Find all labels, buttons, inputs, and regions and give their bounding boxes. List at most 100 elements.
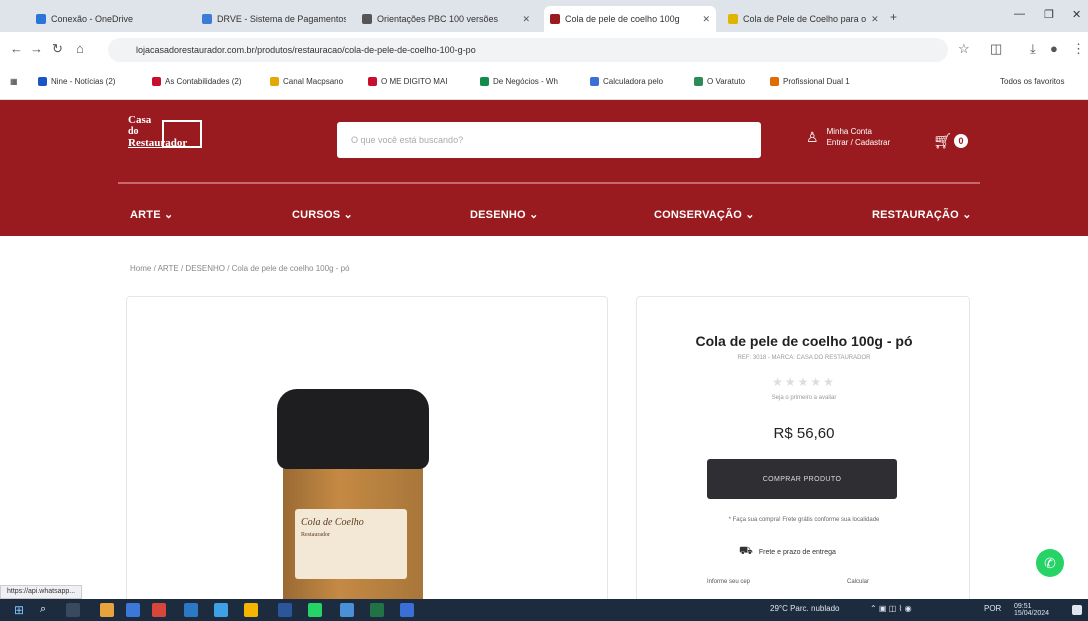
download-icon[interactable]: ⤓ — [1030, 41, 1036, 57]
forward-button[interactable]: → — [30, 41, 43, 56]
cep-input[interactable]: Informe seu cep — [707, 579, 750, 585]
home-button[interactable]: ⌂ — [76, 41, 84, 56]
app-icon[interactable] — [214, 603, 228, 617]
system-tray-icons[interactable]: ⌃ ▣ ◫ ⌇ ◉ — [870, 604, 912, 613]
product-reference: REF: 3018 - MARCA: CASA DO RESTAURADOR — [737, 355, 871, 361]
profile-icon[interactable]: ● — [1050, 41, 1058, 56]
excel-icon[interactable] — [370, 603, 384, 617]
app-icon[interactable] — [126, 603, 140, 617]
app-icon[interactable] — [184, 603, 198, 617]
site-header: Casa do Restaurador O que você está busc… — [0, 100, 1088, 236]
bookmark[interactable]: O Varatuto — [694, 77, 745, 86]
onedrive-icon — [36, 14, 46, 24]
close-icon[interactable]: ✕ — [871, 14, 879, 25]
bookmark-icon — [590, 77, 599, 86]
back-button[interactable]: ← — [10, 41, 23, 56]
browser-tab-bar: Conexão - OneDrive DRVE - Sistema de Pag… — [0, 0, 1088, 32]
product-image[interactable]: Cola de Coelho Restaurador — [277, 389, 431, 615]
bookmarks-bar: ▦ Nine - Notícias (2) As Contabilidades … — [0, 66, 1088, 100]
bookmark[interactable]: Calculadora pelo — [590, 77, 663, 86]
close-window-button[interactable]: ✕ — [1072, 8, 1081, 21]
breadcrumb[interactable]: Home / ARTE / DESENHO / Cola de pele de … — [130, 264, 350, 273]
shipping-link[interactable]: ⛟ Frete e prazo de entrega — [739, 545, 836, 559]
browser-tab-active[interactable]: Cola de pele de coelho 100g ✕ — [544, 6, 716, 32]
bookmark-icon — [270, 77, 279, 86]
menu-item-conservacao[interactable]: CONSERVAÇÃO ⌄ — [654, 208, 755, 221]
windows-taskbar: ⊞ ⌕ 29°C Parc. nublado ⌃ ▣ ◫ ⌇ ◉ POR 09:… — [0, 599, 1088, 621]
app-icon[interactable] — [100, 603, 114, 617]
all-bookmarks[interactable]: Todos os favoritos — [1000, 77, 1064, 86]
whatsapp-icon[interactable]: ✆ — [1036, 549, 1064, 577]
logo-frame-icon — [162, 120, 202, 148]
bookmark[interactable]: Profissional Dual 1 — [770, 77, 850, 86]
bookmark[interactable]: De Negócios - Wh — [480, 77, 558, 86]
maximize-button[interactable]: ❐ — [1044, 8, 1054, 21]
truck-icon: ⛟ — [739, 545, 753, 557]
site-logo[interactable]: Casa do Restaurador — [128, 114, 208, 166]
extensions-icon[interactable]: ◫ — [990, 41, 1002, 57]
rating-stars-icon[interactable]: ★★★★★ — [637, 375, 971, 389]
bookmark[interactable]: Nine - Notícias (2) — [38, 77, 115, 86]
buy-button[interactable]: COMPRAR PRODUTO — [707, 459, 897, 499]
language-indicator[interactable]: POR — [984, 604, 1001, 613]
calculate-button[interactable]: Calcular — [847, 579, 869, 585]
weather-widget[interactable]: 29°C Parc. nublado — [770, 604, 839, 613]
windows-start-icon[interactable]: ⊞ — [14, 603, 28, 617]
task-view-icon[interactable] — [66, 603, 80, 617]
cart-count-badge: 0 — [954, 134, 969, 148]
header-divider — [118, 182, 980, 184]
new-tab-button[interactable]: + — [890, 10, 897, 24]
page-icon — [362, 14, 372, 24]
minimize-button[interactable]: — — [1014, 8, 1025, 20]
menu-item-restauracao[interactable]: RESTAURAÇÃO ⌄ — [872, 208, 972, 221]
cart-button[interactable]: 🛒︎ 0 — [933, 132, 969, 150]
search-input[interactable]: O que você está buscando? — [337, 122, 761, 158]
browser-tab[interactable]: DRVE - Sistema de Pagamentos ✕ — [196, 6, 346, 32]
bookmark-icon — [368, 77, 377, 86]
star-icon[interactable]: ☆ — [958, 41, 970, 57]
chrome-icon[interactable] — [244, 603, 258, 617]
bookmark[interactable]: As Contabilidades (2) — [152, 77, 241, 86]
bookmark-icon — [480, 77, 489, 86]
menu-item-cursos[interactable]: CURSOS ⌄ — [292, 208, 353, 221]
close-icon[interactable]: ✕ — [702, 14, 710, 25]
menu-item-desenho[interactable]: DESENHO ⌄ — [470, 208, 539, 221]
reload-button[interactable]: ↻ — [52, 41, 63, 57]
app-icon[interactable] — [340, 603, 354, 617]
user-icon: ♙ — [806, 128, 819, 145]
bookmark[interactable]: O ME DIGITO MAI — [368, 77, 448, 86]
address-bar[interactable]: lojacasadorestaurador.com.br/produtos/re… — [108, 38, 948, 62]
browser-tab[interactable]: Conexão - OneDrive — [30, 6, 180, 32]
menu-item-arte[interactable]: ARTE ⌄ — [130, 208, 173, 221]
bookmark-icon — [152, 77, 161, 86]
close-icon[interactable]: ✕ — [522, 14, 530, 25]
jar-lid — [277, 389, 429, 469]
cart-icon: 🛒︎ — [933, 133, 953, 150]
app-icon[interactable] — [152, 603, 166, 617]
clock[interactable]: 09:51 15/04/2024 — [1014, 603, 1049, 617]
app-icon[interactable] — [400, 603, 414, 617]
notifications-icon[interactable] — [1072, 605, 1082, 615]
product-image-card: Cola de Coelho Restaurador — [126, 296, 608, 616]
bookmark-icon — [38, 77, 47, 86]
drive-icon — [202, 14, 212, 24]
page-icon — [728, 14, 738, 24]
word-icon[interactable] — [278, 603, 292, 617]
bookmark-icon — [770, 77, 779, 86]
apps-icon[interactable]: ▦ — [10, 77, 18, 86]
search-icon[interactable]: ⌕ — [40, 603, 54, 617]
status-url: https://api.whatsapp... — [0, 585, 83, 599]
browser-toolbar: ← → ↻ ⌂ lojacasadorestaurador.com.br/pro… — [0, 32, 1088, 66]
browser-tab[interactable]: Orientações PBC 100 versões ✕ — [356, 6, 536, 32]
account-link[interactable]: ♙ Minha Conta Entrar / Cadastrar — [806, 126, 890, 148]
product-info-card: Cola de pele de coelho 100g - pó REF: 30… — [636, 296, 970, 616]
reviews-link[interactable]: Seja o primeiro a avaliar — [637, 395, 971, 401]
bookmark[interactable]: Canal Macpsano — [270, 77, 343, 86]
bookmark-icon — [694, 77, 703, 86]
browser-tab[interactable]: Cola de Pele de Coelho para o ✕ — [722, 6, 882, 32]
jar-label: Cola de Coelho Restaurador — [295, 509, 407, 579]
menu-icon[interactable]: ⋮ — [1072, 41, 1085, 57]
product-price: R$ 56,60 — [773, 425, 835, 442]
shipping-note: * Faça sua compra! Frete grátis conforme… — [728, 517, 880, 523]
whatsapp-app-icon[interactable] — [308, 603, 322, 617]
